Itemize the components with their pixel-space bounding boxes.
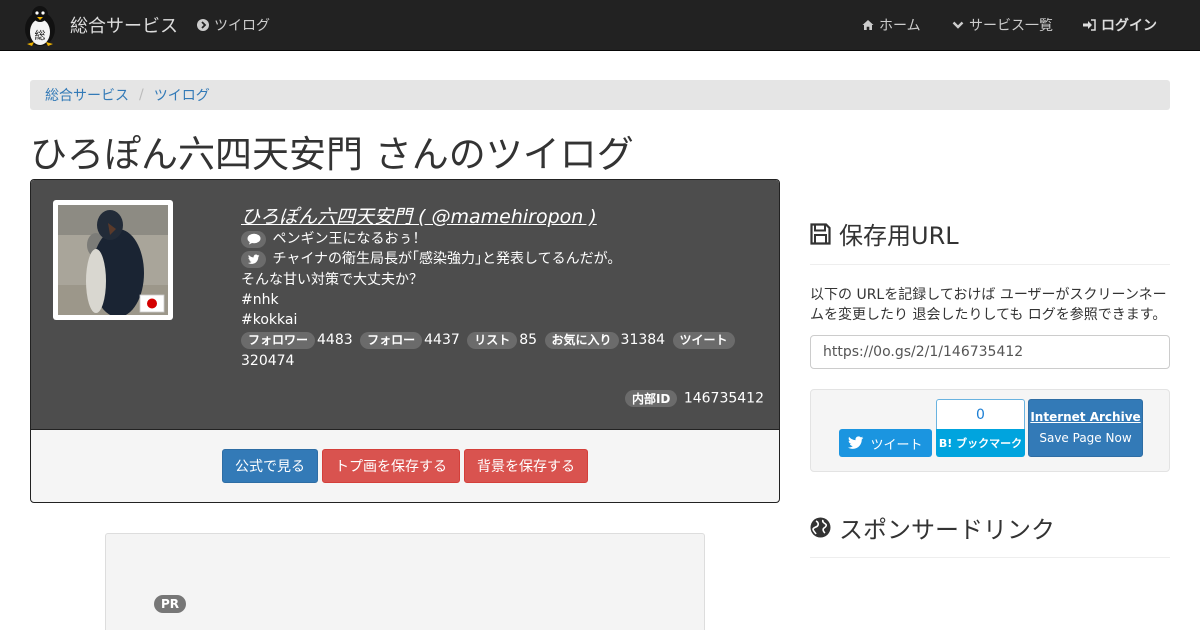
profile-bio-line-5: #kokkai [241,312,298,329]
profile-details: ペンギン王になるおぅ！ チャイナの衛生局長が｢感染強力｣と発表してるんだが。 そ… [241,229,771,371]
archive-title: Internet Archive [1030,410,1141,424]
chevron-circle-right-icon [197,19,209,31]
penguin-logo-icon: 総 [25,6,55,46]
internal-id: 内部ID 146735412 [624,390,764,407]
tweet-button-label: ツイート [870,437,923,453]
home-icon [862,20,874,30]
brand-link[interactable]: 総 総合サービス [18,2,178,48]
logo-glyph: 総 [35,28,46,42]
nav-tsuilog[interactable]: ツイログ [197,0,270,50]
profile-panel: ひろぽん六四天安門 ( @mamehiropon ) ペンギン王になるおぅ！ チ… [30,179,780,503]
lists-count: 85 [519,332,538,349]
nav-tsuilog-label: ツイログ [214,18,270,34]
brand-title: 総合サービス [70,16,178,37]
profile-header: ひろぽん六四天安門 ( @mamehiropon ) ペンギン王になるおぅ！ チ… [31,180,779,430]
avatar[interactable] [53,200,173,320]
save-url-heading: 保存用URL [810,216,959,251]
nav-login[interactable]: ログイン [1083,0,1157,50]
internal-id-badge: 内部ID [624,390,678,407]
profile-bio-line-2: チャイナの衛生局長が｢感染強力｣と発表してるんだが。 [272,251,622,268]
favorites-count: 31384 [620,332,666,349]
breadcrumb-separator: / [139,87,144,103]
top-navbar: 総 総合サービス ツイログ ホーム サービス一覧 ログイン [0,0,1200,51]
comment-icon [241,230,266,248]
save-url-heading-text: 保存用URL [839,222,959,250]
internet-archive-button[interactable]: Internet Archive Save Page Now [1028,399,1143,457]
ad-box: PR [105,533,705,630]
divider [810,557,1170,558]
save-url-description: 以下の URLを記録しておけば ユーザーがスクリーンネームを変更したり 退会した… [810,287,1167,323]
hatena-bookmark-count: 0 [936,399,1025,429]
sponsored-heading-text: スポンサードリンク [839,516,1055,544]
followers-badge: フォロワー [241,331,316,349]
floppy-disk-icon [810,222,831,245]
twitter-bird-icon [848,436,864,449]
breadcrumb-item-tsuilog[interactable]: ツイログ [154,85,210,105]
save-url-input[interactable] [810,335,1170,369]
profile-bio-line-3: そんな甘い対策で大丈夫か？ [241,271,423,288]
page-title: ひろぽん六四天安門 さんのツイログ [30,133,634,176]
profile-actions: 公式で見る トプ画を保存する 背景を保存する [31,430,779,502]
tweets-count: 320474 [241,352,295,369]
profile-name-link[interactable]: ひろぽん六四天安門 ( @mamehiropon ) [241,202,597,229]
sign-in-icon [1083,19,1096,31]
nav-login-label: ログイン [1101,18,1157,34]
penguin-avatar-image [58,205,168,315]
lists-badge: リスト [467,331,518,349]
profile-stats: フォロワー 4483 フォロー 4437 リスト 85 お気に入り 31384 ツイート [241,330,771,350]
favorites-badge: お気に入り [544,331,619,349]
nav-services-label: サービス一覧 [969,18,1053,34]
nav-home-label: ホーム [879,18,921,34]
internal-id-value: 146735412 [683,390,764,407]
globe-icon [810,517,831,538]
archive-subtitle: Save Page Now [1039,431,1132,445]
view-official-button[interactable]: 公式で見る [222,449,318,483]
save-background-button[interactable]: 背景を保存する [464,449,588,483]
nav-services[interactable]: サービス一覧 [952,0,1053,50]
tweets-badge: ツイート [672,331,735,349]
breadcrumb-item-home[interactable]: 総合サービス [45,85,129,105]
divider [810,264,1170,265]
breadcrumb: 総合サービス / ツイログ [30,80,1170,110]
nav-home[interactable]: ホーム [862,0,921,50]
chevron-down-icon [952,21,964,29]
followers-count: 4483 [317,332,353,349]
save-avatar-button[interactable]: トプ画を保存する [322,449,460,483]
twitter-bird-icon [241,250,266,268]
pr-badge: PR [154,595,187,613]
hatena-bookmark-button[interactable]: B! ブックマーク [936,429,1025,457]
share-buttons: ツイート 0 B! ブックマーク Internet Archive Save P… [810,389,1170,472]
following-count: 4437 [424,332,460,349]
profile-bio-line-1: ペンギン王になるおぅ！ [272,231,427,247]
following-badge: フォロー [360,331,423,349]
profile-bio-line-4: #nhk [241,291,279,308]
tweet-button[interactable]: ツイート [839,429,932,457]
sponsored-heading: スポンサードリンク [810,510,1055,545]
